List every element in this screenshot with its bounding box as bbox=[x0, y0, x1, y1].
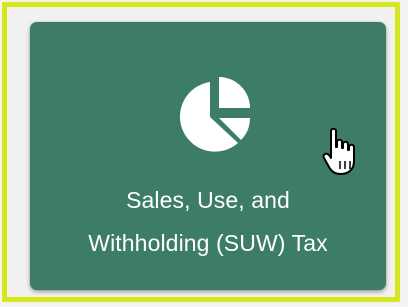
tile-label-line-2: Withholding (SUW) Tax bbox=[88, 230, 328, 256]
tile-label-line-1: Sales, Use, and bbox=[126, 187, 290, 213]
suw-tax-tile[interactable]: Sales, Use, and Withholding (SUW) Tax bbox=[30, 22, 386, 290]
pie-chart-icon bbox=[179, 77, 251, 152]
